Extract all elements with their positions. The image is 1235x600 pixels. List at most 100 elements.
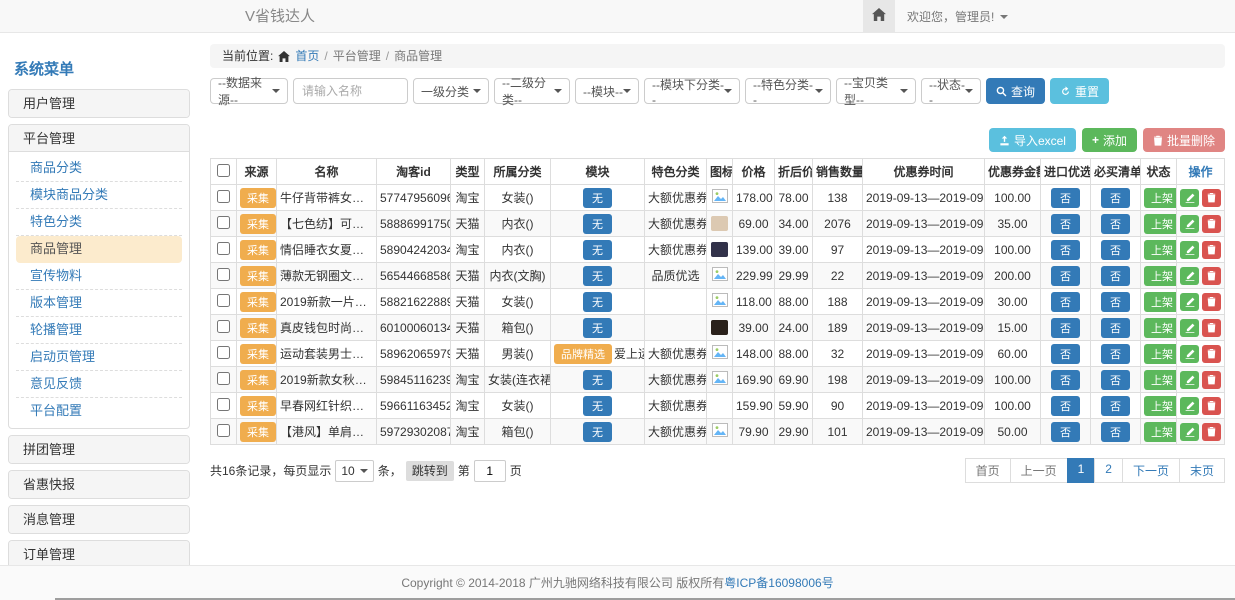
edit-button[interactable] xyxy=(1180,371,1199,389)
status-badge[interactable]: 上架 xyxy=(1144,370,1177,390)
import-optimal-badge[interactable]: 否 xyxy=(1051,370,1080,390)
must-buy-badge[interactable]: 否 xyxy=(1101,370,1130,390)
sidebar-item-platform-mgmt[interactable]: 平台管理 xyxy=(9,125,189,152)
row-checkbox[interactable] xyxy=(217,424,230,437)
sidebar-item-platform-config[interactable]: 平台配置 xyxy=(16,398,182,425)
row-checkbox[interactable] xyxy=(217,268,230,281)
module-sub-select[interactable]: --模块下分类-- xyxy=(644,78,740,104)
sidebar-item-saving-news[interactable]: 省惠快报 xyxy=(9,471,189,498)
feature-select[interactable]: --特色分类-- xyxy=(745,78,831,104)
import-optimal-badge[interactable]: 否 xyxy=(1051,422,1080,442)
sidebar-item-carousel-mgmt[interactable]: 轮播管理 xyxy=(16,317,182,344)
sidebar-item-goods-category[interactable]: 商品分类 xyxy=(16,155,182,182)
sidebar-item-feedback[interactable]: 意见反馈 xyxy=(16,371,182,398)
import-optimal-badge[interactable]: 否 xyxy=(1051,292,1080,312)
delete-button[interactable] xyxy=(1202,397,1221,415)
module-none-badge[interactable]: 无 xyxy=(583,422,612,442)
must-buy-badge[interactable]: 否 xyxy=(1101,188,1130,208)
breadcrumb-home-link[interactable]: 首页 xyxy=(295,44,319,68)
sidebar-item-promo-material[interactable]: 宣传物料 xyxy=(16,263,182,290)
delete-button[interactable] xyxy=(1202,423,1221,441)
import-optimal-badge[interactable]: 否 xyxy=(1051,240,1080,260)
must-buy-badge[interactable]: 否 xyxy=(1101,214,1130,234)
status-badge[interactable]: 上架 xyxy=(1144,266,1177,286)
first-page-button[interactable]: 首页 xyxy=(965,458,1011,483)
row-checkbox[interactable] xyxy=(217,242,230,255)
module-select[interactable]: --模块-- xyxy=(575,78,639,104)
must-buy-badge[interactable]: 否 xyxy=(1101,422,1130,442)
delete-button[interactable] xyxy=(1202,345,1221,363)
must-buy-badge[interactable]: 否 xyxy=(1101,266,1130,286)
jump-button[interactable]: 跳转到 xyxy=(406,461,454,481)
import-optimal-badge[interactable]: 否 xyxy=(1051,344,1080,364)
module-none-badge[interactable]: 无 xyxy=(583,318,612,338)
import-excel-button[interactable]: 导入excel xyxy=(989,128,1076,152)
home-button[interactable] xyxy=(863,0,895,33)
edit-button[interactable] xyxy=(1180,423,1199,441)
edit-button[interactable] xyxy=(1180,267,1199,285)
delete-button[interactable] xyxy=(1202,189,1221,207)
row-checkbox[interactable] xyxy=(217,190,230,203)
status-badge[interactable]: 上架 xyxy=(1144,396,1177,416)
sidebar-item-module-goods-category[interactable]: 模块商品分类 xyxy=(16,182,182,209)
item-type-select[interactable]: --宝贝类型-- xyxy=(836,78,916,104)
name-search-input[interactable] xyxy=(293,78,408,104)
next-page-button[interactable]: 下一页 xyxy=(1122,458,1180,483)
delete-button[interactable] xyxy=(1202,215,1221,233)
row-checkbox[interactable] xyxy=(217,372,230,385)
delete-button[interactable] xyxy=(1202,293,1221,311)
row-checkbox[interactable] xyxy=(217,294,230,307)
delete-button[interactable] xyxy=(1202,241,1221,259)
sidebar-item-message-mgmt[interactable]: 消息管理 xyxy=(9,506,189,533)
must-buy-badge[interactable]: 否 xyxy=(1101,396,1130,416)
import-optimal-badge[interactable]: 否 xyxy=(1051,214,1080,234)
must-buy-badge[interactable]: 否 xyxy=(1101,344,1130,364)
sidebar-item-order-mgmt[interactable]: 订单管理 xyxy=(9,541,189,565)
batch-delete-button[interactable]: 批量删除 xyxy=(1143,128,1225,152)
status-badge[interactable]: 上架 xyxy=(1144,214,1177,234)
sidebar-item-user-mgmt[interactable]: 用户管理 xyxy=(9,90,189,117)
prev-page-button[interactable]: 上一页 xyxy=(1010,458,1068,483)
page-size-select[interactable]: 10 xyxy=(335,460,373,482)
add-button[interactable]: + 添加 xyxy=(1082,128,1137,152)
must-buy-badge[interactable]: 否 xyxy=(1101,318,1130,338)
edit-button[interactable] xyxy=(1180,189,1199,207)
jump-page-input[interactable] xyxy=(474,460,506,482)
edit-button[interactable] xyxy=(1180,397,1199,415)
status-badge[interactable]: 上架 xyxy=(1144,292,1177,312)
page-2-button[interactable]: 2 xyxy=(1094,458,1123,483)
row-checkbox[interactable] xyxy=(217,320,230,333)
status-badge[interactable]: 上架 xyxy=(1144,318,1177,338)
edit-button[interactable] xyxy=(1180,215,1199,233)
row-checkbox[interactable] xyxy=(217,346,230,359)
edit-button[interactable] xyxy=(1180,319,1199,337)
module-none-badge[interactable]: 无 xyxy=(583,370,612,390)
data-source-select[interactable]: --数据来源-- xyxy=(210,78,288,104)
import-optimal-badge[interactable]: 否 xyxy=(1051,266,1080,286)
module-none-badge[interactable]: 无 xyxy=(583,240,612,260)
module-none-badge[interactable]: 无 xyxy=(583,396,612,416)
select-all-checkbox[interactable] xyxy=(217,164,230,177)
row-checkbox[interactable] xyxy=(217,216,230,229)
must-buy-badge[interactable]: 否 xyxy=(1101,240,1130,260)
must-buy-badge[interactable]: 否 xyxy=(1101,292,1130,312)
icp-link[interactable]: 粤ICP备16098006号 xyxy=(724,576,833,590)
sidebar-item-splash-mgmt[interactable]: 启动页管理 xyxy=(16,344,182,371)
user-menu[interactable]: 欢迎您，管理员! xyxy=(895,0,1235,33)
status-badge[interactable]: 上架 xyxy=(1144,344,1177,364)
status-badge[interactable]: 上架 xyxy=(1144,188,1177,208)
module-none-badge[interactable]: 无 xyxy=(583,188,612,208)
delete-button[interactable] xyxy=(1202,371,1221,389)
import-optimal-badge[interactable]: 否 xyxy=(1051,396,1080,416)
sidebar-item-feature-category[interactable]: 特色分类 xyxy=(16,209,182,236)
edit-button[interactable] xyxy=(1180,241,1199,259)
page-1-button[interactable]: 1 xyxy=(1067,458,1096,483)
search-button[interactable]: 查询 xyxy=(986,78,1045,104)
row-checkbox[interactable] xyxy=(217,398,230,411)
module-none-badge[interactable]: 无 xyxy=(583,214,612,234)
sidebar-item-goods-mgmt[interactable]: 商品管理 xyxy=(16,236,182,263)
category1-select[interactable]: 一级分类 xyxy=(413,78,489,104)
sidebar-item-version-mgmt[interactable]: 版本管理 xyxy=(16,290,182,317)
status-badge[interactable]: 上架 xyxy=(1144,240,1177,260)
sidebar-item-group-buy-mgmt[interactable]: 拼团管理 xyxy=(9,436,189,463)
